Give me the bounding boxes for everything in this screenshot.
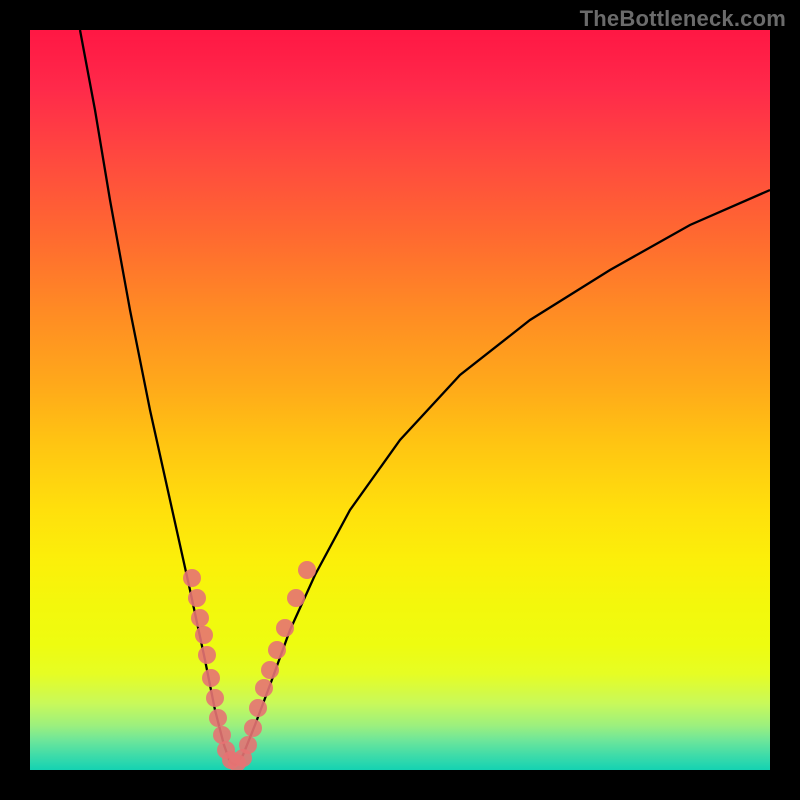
plot-area: [30, 30, 770, 770]
chart-frame: TheBottleneck.com: [0, 0, 800, 800]
watermark-text: TheBottleneck.com: [580, 6, 786, 32]
gradient-background: [30, 30, 770, 770]
